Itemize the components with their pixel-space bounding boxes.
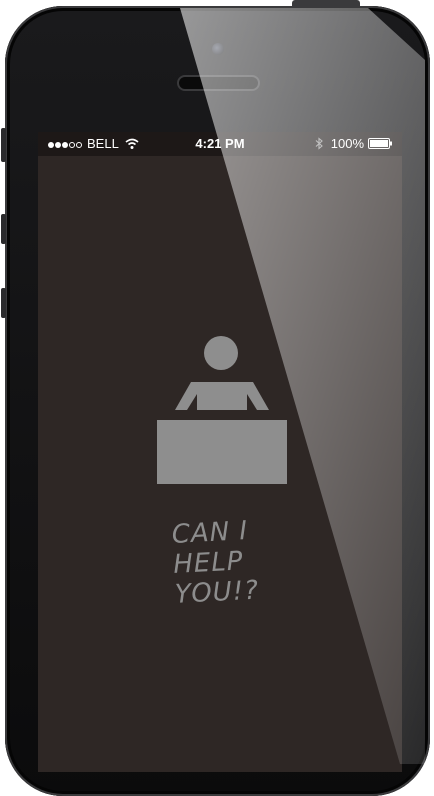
slogan-line-1: CAN I xyxy=(171,516,249,550)
front-camera xyxy=(212,43,224,55)
status-right: 100% xyxy=(315,136,392,151)
slogan-line-3: YOU!? xyxy=(174,575,260,610)
bluetooth-icon xyxy=(315,137,323,150)
slogan-line-2: HELP xyxy=(172,546,245,580)
volume-down-button xyxy=(1,288,6,318)
mute-switch xyxy=(1,128,6,162)
power-button xyxy=(292,0,360,7)
status-bar: BELL 4:21 PM 100% xyxy=(38,132,402,156)
help-slogan: CAN I HELP YOU!? xyxy=(171,516,260,610)
earpiece-speaker xyxy=(179,77,258,89)
battery-percentage: 100% xyxy=(330,136,364,151)
help-desk-person-icon xyxy=(157,336,287,484)
volume-up-button xyxy=(1,214,6,244)
battery-icon xyxy=(368,138,392,149)
